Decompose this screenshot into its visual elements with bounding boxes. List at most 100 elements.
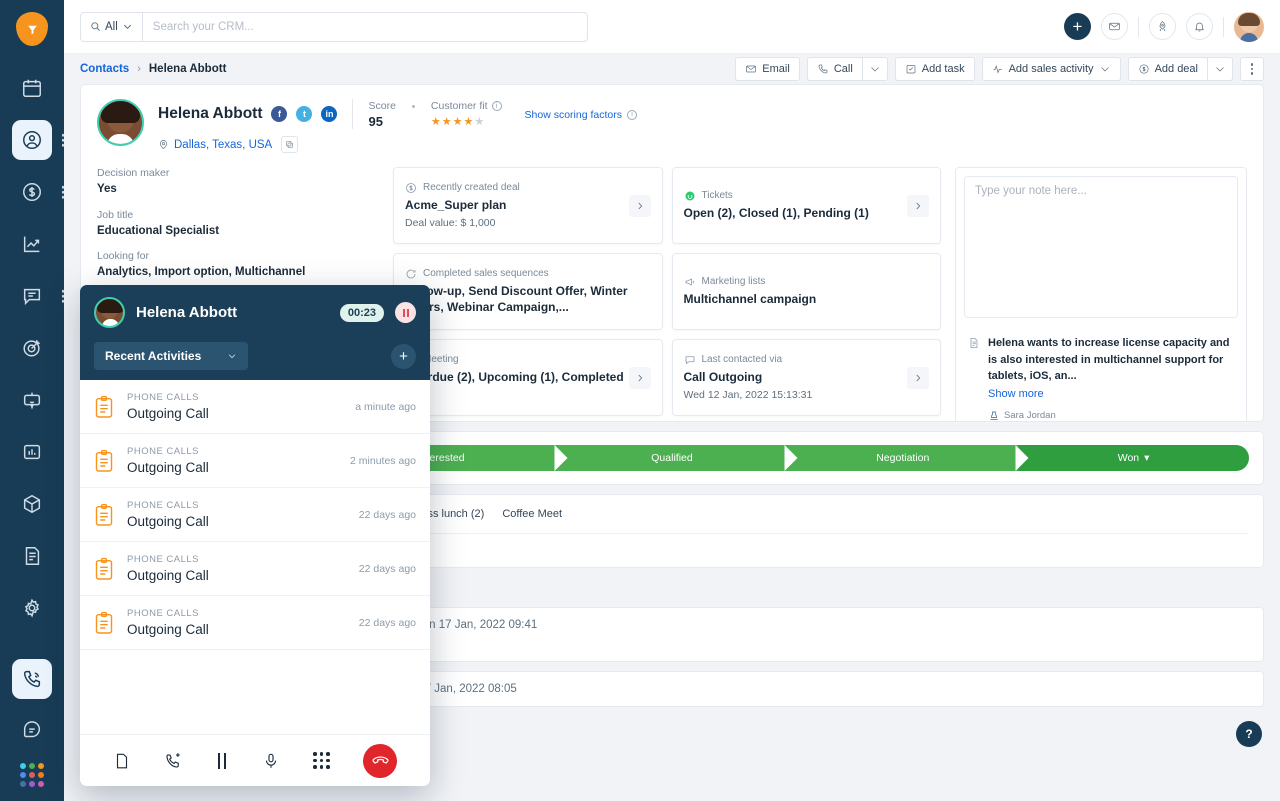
- field-decision-maker: Decision maker Yes: [97, 167, 379, 198]
- call-widget-header: Helena Abbott 00:23 Recent Activities +: [80, 285, 430, 380]
- list-item[interactable]: PHONE CALLS Outgoing Call 2 minutes ago: [80, 434, 430, 488]
- sidebar-item-phone[interactable]: [12, 659, 52, 699]
- page-icon[interactable]: [113, 752, 131, 770]
- card-value: Acme_Super plan: [405, 198, 629, 214]
- call-dropdown-button[interactable]: [862, 57, 888, 81]
- chevron-right-icon[interactable]: [629, 367, 651, 389]
- chat-bubble-icon: [684, 354, 696, 366]
- search-input[interactable]: [143, 21, 587, 33]
- show-scoring-factors-link[interactable]: Show scoring factors i: [525, 109, 637, 121]
- pause-icon[interactable]: [216, 753, 228, 769]
- microphone-icon[interactable]: [262, 752, 280, 770]
- call-button[interactable]: Call: [807, 57, 862, 81]
- add-task-button[interactable]: Add task: [895, 57, 975, 81]
- linkedin-icon[interactable]: in: [321, 106, 337, 122]
- card-tickets[interactable]: Tickets Open (2), Closed (1), Pending (1…: [672, 167, 942, 244]
- pipeline-stage-qualified[interactable]: Qualified: [557, 445, 788, 471]
- sidebar-item-documents[interactable]: [12, 536, 52, 576]
- card-marketing-lists[interactable]: Marketing lists Multichannel campaign: [672, 253, 942, 330]
- global-add-button[interactable]: +: [1064, 13, 1091, 40]
- card-completed-sales-sequences[interactable]: Completed sales sequences Follow-up, Sen…: [393, 253, 663, 330]
- call-button-group: Call: [807, 57, 888, 81]
- card-value: Call Outgoing: [684, 370, 908, 386]
- list-item[interactable]: PHONE CALLS Outgoing Call 22 days ago: [80, 488, 430, 542]
- info-icon[interactable]: i: [492, 101, 502, 111]
- chevron-right-icon[interactable]: [907, 195, 929, 217]
- note-input[interactable]: [964, 176, 1238, 318]
- sidebar-item-settings[interactable]: [12, 588, 52, 628]
- add-deal-button[interactable]: Add deal: [1128, 57, 1207, 81]
- app-switcher-grid-dots-icon[interactable]: [20, 763, 44, 787]
- list-item[interactable]: PHONE CALLS Outgoing Call 22 days ago: [80, 542, 430, 596]
- sidebar-item-deals[interactable]: [12, 172, 52, 212]
- card-last-contacted-via[interactable]: Last contacted via Call Outgoing Wed 12 …: [672, 339, 942, 416]
- add-deal-dropdown-button[interactable]: [1207, 57, 1233, 81]
- chevron-down-icon[interactable]: ▾: [1144, 452, 1149, 464]
- facebook-icon[interactable]: f: [271, 106, 287, 122]
- more-actions-button[interactable]: [1240, 57, 1264, 81]
- pause-icon[interactable]: [395, 302, 416, 323]
- chat-bubble-icon: [21, 285, 43, 307]
- score-block: Score 95: [368, 100, 395, 129]
- card-label: Recently created deal: [423, 182, 520, 193]
- sidebar-item-reports[interactable]: [12, 432, 52, 472]
- customer-fit-label: Customer fit i: [431, 100, 502, 112]
- location-link[interactable]: Dallas, Texas, USA: [174, 139, 272, 151]
- user-avatar[interactable]: [1234, 12, 1264, 42]
- score-value: 95: [368, 114, 395, 129]
- dollar-circle-icon: [1138, 63, 1150, 75]
- sidebar-item-bots[interactable]: [12, 380, 52, 420]
- card-recently-created-deal[interactable]: Recently created deal Acme_Super plan De…: [393, 167, 663, 244]
- sidebar-item-goals[interactable]: [12, 328, 52, 368]
- bar-chart-icon: [21, 441, 43, 463]
- contact-location: Dallas, Texas, USA: [158, 136, 1247, 153]
- phone-hangup-icon[interactable]: [363, 744, 397, 778]
- sidebar-kebab-contacts[interactable]: [62, 134, 65, 147]
- copy-icon[interactable]: [281, 136, 298, 153]
- search-scope-dropdown[interactable]: All: [81, 13, 143, 41]
- sidebar-item-contacts[interactable]: [12, 120, 52, 160]
- dollar-circle-icon: [21, 181, 43, 203]
- record-actions: Email Call Add task Ad: [735, 57, 1264, 81]
- phone-transfer-icon[interactable]: [164, 752, 182, 770]
- sidebar-item-analytics[interactable]: [12, 224, 52, 264]
- help-button[interactable]: ?: [1236, 721, 1262, 747]
- recent-activities-dropdown[interactable]: Recent Activities: [94, 342, 248, 370]
- sidebar-item-calendar[interactable]: [12, 68, 52, 108]
- tab-coffee-meet[interactable]: Coffee Meet: [502, 495, 562, 533]
- field-value: Analytics, Import option, Multichannel: [97, 265, 379, 281]
- clipboard-notes-icon: [94, 395, 114, 419]
- sidebar-kebab-conversations[interactable]: [62, 290, 65, 303]
- email-icon-button[interactable]: [1101, 13, 1128, 40]
- sidebar-item-notes[interactable]: [12, 711, 52, 751]
- sidebar-item-conversations[interactable]: [12, 276, 52, 316]
- chevron-right-icon[interactable]: [629, 195, 651, 217]
- chevron-right-icon[interactable]: [907, 367, 929, 389]
- info-icon[interactable]: i: [627, 110, 637, 120]
- add-activity-button[interactable]: +: [391, 344, 416, 369]
- whats-new-button[interactable]: [1149, 13, 1176, 40]
- pipeline-stage-won[interactable]: Won ▾: [1018, 445, 1249, 471]
- list-item[interactable]: PHONE CALLS Outgoing Call 22 days ago: [80, 596, 430, 650]
- email-button[interactable]: Email: [735, 57, 800, 81]
- note-body: Helena wants to increase license capacit…: [988, 337, 1230, 382]
- gear-icon: [21, 597, 43, 619]
- card-value: Multichannel campaign: [684, 292, 930, 308]
- rocket-icon: [1156, 20, 1169, 33]
- show-more-link[interactable]: Show more: [988, 386, 1234, 403]
- divider: [1223, 17, 1224, 37]
- add-sales-activity-button[interactable]: Add sales activity: [982, 57, 1121, 81]
- sidebar-kebab-deals[interactable]: [62, 186, 65, 199]
- recent-activities-label: Recent Activities: [105, 349, 201, 363]
- keypad-icon[interactable]: [313, 752, 330, 769]
- pipeline-stage-negotiation[interactable]: Negotiation: [787, 445, 1018, 471]
- card-meeting[interactable]: Meeting Overdue (2), Upcoming (1), Compl…: [393, 339, 663, 416]
- breadcrumb-contacts-link[interactable]: Contacts: [80, 63, 129, 75]
- twitter-icon[interactable]: t: [296, 106, 312, 122]
- notifications-button[interactable]: [1186, 13, 1213, 40]
- freshworks-logo-icon[interactable]: [16, 12, 48, 46]
- field-label: Decision maker: [97, 167, 379, 179]
- megaphone-icon: [684, 276, 696, 288]
- list-item[interactable]: PHONE CALLS Outgoing Call a minute ago: [80, 380, 430, 434]
- sidebar-item-products[interactable]: [12, 484, 52, 524]
